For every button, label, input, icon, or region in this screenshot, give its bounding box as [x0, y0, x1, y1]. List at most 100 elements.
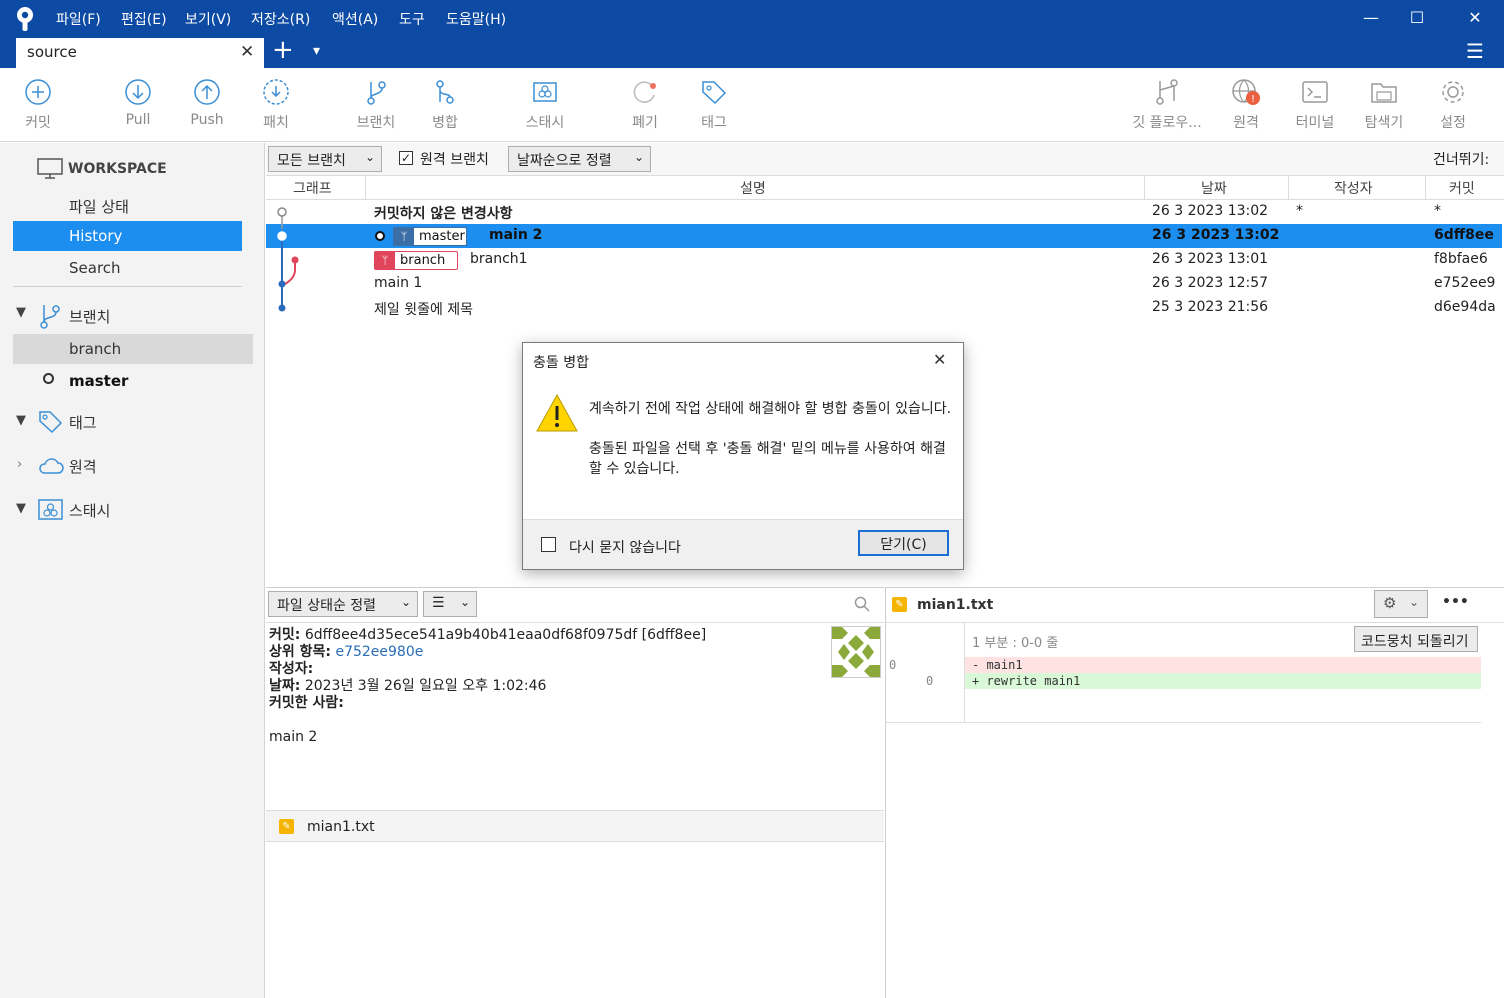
remotes-header[interactable]: 원격 [69, 456, 97, 477]
close-button[interactable]: 닫기(C) [858, 530, 949, 556]
remote-button[interactable]: ! 원격 [1216, 78, 1276, 132]
stash-button[interactable]: 스태시 [515, 78, 575, 132]
table-row[interactable]: 제일 윗줄에 제목 25 3 2023 21:56 d6e94da [266, 296, 1502, 320]
settings-button[interactable]: 설정 [1423, 78, 1483, 132]
gitflow-button[interactable]: 깃 플로우... [1124, 78, 1210, 132]
dialog-message: 계속하기 전에 작업 상태에 해결해야 할 병합 충돌이 있습니다. 충돌된 파… [589, 399, 955, 479]
discard-label: 폐기 [632, 115, 658, 131]
chevron-down-icon[interactable]: ▼ [16, 501, 26, 516]
sidebar-item-history[interactable]: History [13, 221, 242, 251]
commit-label: 커밋 [25, 115, 51, 131]
tag-label: branch [400, 253, 446, 268]
commit-label: 커밋: [269, 627, 301, 643]
sidebar-item-label: branch [69, 340, 122, 358]
graph-node [291, 256, 299, 264]
file-name: mian1.txt [307, 819, 375, 835]
merge-icon [436, 80, 454, 104]
tags-header[interactable]: 태그 [69, 412, 97, 433]
add-tab-icon[interactable]: + [272, 35, 294, 65]
dont-ask-checkbox[interactable] [541, 537, 556, 552]
branch-button[interactable]: 브랜치 [346, 78, 406, 132]
list-item[interactable]: ✎ mian1.txt [266, 810, 884, 842]
dropdown-label: 모든 브랜치 [277, 153, 346, 169]
menu-file[interactable]: 파일(F) [56, 9, 101, 29]
column-commit[interactable]: 커밋 [1449, 178, 1475, 198]
parent-link[interactable]: e752ee980e [335, 644, 423, 660]
dialog-close-icon[interactable]: ✕ [933, 350, 946, 369]
chevron-down-icon[interactable]: ▼ [16, 413, 26, 428]
merge-button[interactable]: 병합 [415, 78, 475, 132]
all-branches-dropdown[interactable]: 모든 브랜치 ⌄ [268, 146, 382, 172]
branch-tag[interactable]: ᛘ branch [374, 251, 458, 270]
dialog-title: 충돌 병합 [533, 355, 589, 371]
old-line-number: 0 [889, 658, 897, 672]
diff-options-button[interactable]: ⚙ ⌄ [1374, 590, 1428, 618]
view-mode-dropdown[interactable]: ☰ ⌄ [423, 591, 477, 617]
more-options-icon[interactable]: ••• [1442, 594, 1469, 610]
tab-dropdown-icon[interactable]: ▾ [313, 43, 320, 59]
graph-node [278, 304, 286, 312]
revert-hunk-button[interactable]: 코드뭉치 되돌리기 [1354, 626, 1478, 652]
commit-hash-line: 커밋: 6dff8ee4d35ece541a9b40b41eaa0df68f09… [269, 627, 706, 644]
date-value: 2023년 3월 26일 일요일 오후 1:02:46 [304, 678, 547, 694]
table-row[interactable]: ᛘ branch branch1 26 3 2023 13:01 f8bfae6 [266, 248, 1502, 272]
maximize-button[interactable]: ☐ [1394, 0, 1440, 36]
column-graph[interactable]: 그래프 [293, 178, 332, 198]
column-author[interactable]: 작성자 [1334, 178, 1373, 198]
toolbar: 커밋 Pull Push 패치 브랜치 병합 스태시 폐기 태그 깃 플로우..… [0, 68, 1504, 142]
row-commit: e752ee9 [1434, 275, 1496, 291]
row-commit: 6dff8ee [1434, 227, 1494, 243]
sidebar-item-master[interactable]: master [13, 366, 242, 396]
patch-button[interactable]: 패치 [246, 78, 306, 132]
menu-help[interactable]: 도움말(H) [446, 9, 506, 29]
search-icon[interactable] [854, 596, 870, 616]
grid-header: 그래프 설명 날짜 작성자 커밋 [266, 175, 1504, 200]
tag-icon [38, 409, 64, 439]
menu-repository[interactable]: 저장소(R) [251, 9, 310, 29]
row-date: 25 3 2023 21:56 [1152, 299, 1269, 315]
column-description[interactable]: 설명 [740, 178, 766, 198]
menu-view[interactable]: 보기(V) [185, 9, 231, 29]
pull-button[interactable]: Pull [108, 78, 168, 128]
row-description: 커밋하지 않은 변경사항 [374, 206, 513, 222]
explorer-label: 탐색기 [1364, 115, 1404, 131]
terminal-button[interactable]: 터미널 [1285, 78, 1345, 132]
tab-close-icon[interactable]: ✕ [240, 42, 254, 62]
push-button[interactable]: Push [177, 78, 237, 128]
hamburger-menu-icon[interactable]: ☰ [1466, 39, 1484, 63]
stash-header[interactable]: 스태시 [69, 500, 110, 521]
settings-label: 설정 [1440, 115, 1466, 131]
table-row-selected[interactable]: ᛘ master main 2 26 3 2023 13:02 6dff8ee [266, 224, 1502, 248]
sidebar-item-branch[interactable]: branch [13, 334, 253, 364]
menu-edit[interactable]: 편집(E) [121, 9, 167, 29]
patch-label: 패치 [263, 115, 289, 131]
menu-actions[interactable]: 액션(A) [332, 9, 378, 29]
menu-tools[interactable]: 도구 [399, 9, 425, 29]
row-description: main 1 [374, 275, 423, 291]
column-date[interactable]: 날짜 [1201, 178, 1227, 198]
window-close-button[interactable]: ✕ [1452, 0, 1498, 36]
push-icon [194, 79, 220, 105]
explorer-button[interactable]: 탐색기 [1354, 78, 1414, 132]
table-row[interactable]: 커밋하지 않은 변경사항 26 3 2023 13:02 * * [266, 200, 1502, 224]
file-sort-dropdown[interactable]: 파일 상태순 정렬 ⌄ [268, 591, 418, 617]
branch-tag[interactable]: ᛘ master [393, 227, 467, 246]
sidebar-item-file-status[interactable]: 파일 상태 [13, 190, 242, 220]
pull-icon [125, 79, 151, 105]
modified-file-icon: ✎ [892, 597, 907, 612]
chevron-right-icon[interactable]: › [17, 457, 22, 472]
sidebar-item-label: History [69, 227, 123, 245]
chevron-down-icon[interactable]: ▼ [16, 305, 26, 320]
tag-button[interactable]: 태그 [684, 78, 744, 132]
remote-branches-checkbox[interactable]: ✓ [399, 151, 413, 165]
branch-icon [367, 81, 386, 105]
minimize-button[interactable]: — [1348, 0, 1394, 36]
tab-source[interactable]: source ✕ [16, 38, 264, 68]
sort-dropdown[interactable]: 날짜순으로 정렬 ⌄ [508, 146, 651, 172]
branches-header[interactable]: 브랜치 [69, 306, 110, 327]
sidebar-item-search[interactable]: Search [13, 253, 242, 283]
discard-button[interactable]: 폐기 [615, 78, 675, 132]
table-row[interactable]: main 1 26 3 2023 12:57 e752ee9 [266, 272, 1502, 296]
commit-button[interactable]: 커밋 [8, 78, 68, 132]
dialog-message-line-1: 계속하기 전에 작업 상태에 해결해야 할 병합 충돌이 있습니다. [589, 401, 952, 417]
